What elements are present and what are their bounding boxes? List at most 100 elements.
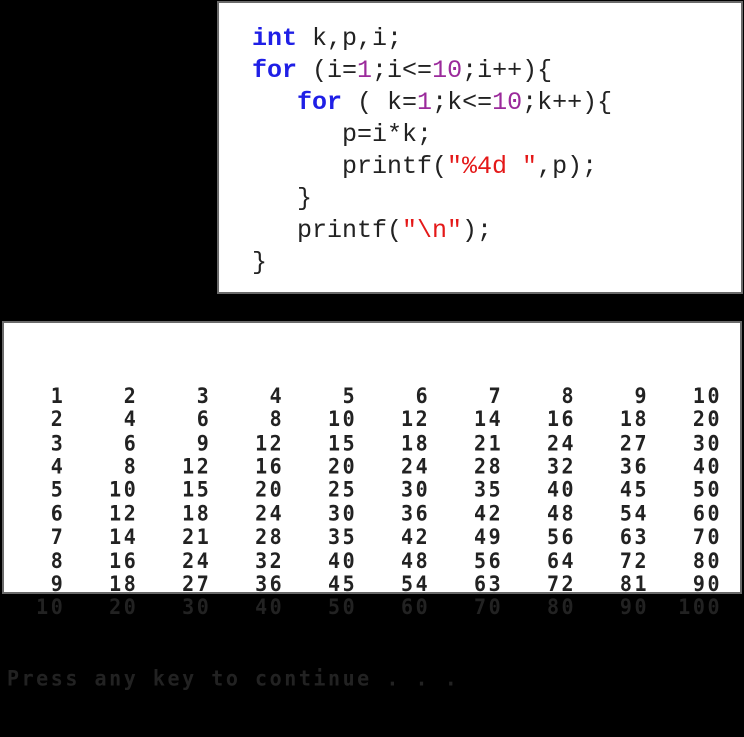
console-output-window: 1 2 3 4 5 6 7 8 9 10 2 4 6 8 10 12 14 16… — [2, 321, 742, 690]
code-text: } — [252, 184, 313, 213]
table-cell: 40 — [225, 594, 299, 620]
table-row: 10 20 30 40 50 60 70 80 90 100 — [7, 594, 737, 620]
table-cell: 63 — [590, 524, 664, 550]
table-cell: 63 — [444, 571, 518, 597]
table-cell: 8 — [517, 383, 591, 409]
code-text: ;i++){ — [462, 56, 553, 85]
table-cell: 28 — [225, 524, 299, 550]
multiplication-table: 1 2 3 4 5 6 7 8 9 10 2 4 6 8 10 12 14 16… — [7, 384, 737, 619]
table-cell: 50 — [663, 477, 737, 503]
table-cell: 18 — [371, 430, 445, 456]
table-cell: 16 — [79, 547, 153, 573]
table-cell: 27 — [152, 571, 226, 597]
code-number: 10 — [432, 56, 463, 85]
table-row: 2 4 6 8 10 12 14 16 18 20 — [7, 406, 737, 432]
table-cell: 70 — [444, 594, 518, 620]
table-cell: 30 — [152, 594, 226, 620]
table-cell: 18 — [79, 571, 153, 597]
code-line: int k,p,i; — [252, 23, 612, 55]
code-line: for (i=1;i<=10;i++){ — [252, 55, 612, 87]
table-cell: 9 — [590, 383, 664, 409]
table-cell: 36 — [371, 500, 445, 526]
code-string: "\n" — [402, 216, 463, 245]
code-keyword: for — [252, 56, 298, 85]
table-cell: 20 — [225, 477, 299, 503]
table-cell: 48 — [517, 500, 591, 526]
table-cell: 42 — [444, 500, 518, 526]
table-cell: 24 — [371, 453, 445, 479]
table-cell: 14 — [79, 524, 153, 550]
code-line: for ( k=1;k<=10;k++){ — [252, 87, 612, 119]
table-cell: 90 — [590, 594, 664, 620]
table-cell: 2 — [79, 383, 153, 409]
table-cell: 60 — [663, 500, 737, 526]
table-cell: 30 — [371, 477, 445, 503]
press-any-key-prompt: Press any key to continue . . . — [7, 665, 460, 691]
table-cell: 15 — [298, 430, 372, 456]
table-cell: 20 — [298, 453, 372, 479]
table-cell: 24 — [225, 500, 299, 526]
table-cell: 2 — [7, 406, 80, 432]
table-cell: 10 — [79, 477, 153, 503]
code-line: } — [252, 247, 612, 279]
code-text: ); — [462, 216, 493, 245]
table-cell: 54 — [590, 500, 664, 526]
table-cell: 7 — [7, 524, 80, 550]
table-cell: 14 — [444, 406, 518, 432]
table-cell: 28 — [444, 453, 518, 479]
table-cell: 56 — [517, 524, 591, 550]
table-row: 9 18 27 36 45 54 63 72 81 90 — [7, 572, 737, 596]
table-cell: 12 — [225, 430, 299, 456]
table-cell: 30 — [298, 500, 372, 526]
table-row: 7 14 21 28 35 42 49 56 63 70 — [7, 525, 737, 549]
code-snippet-panel: int k,p,i; for (i=1;i<=10;i++){ for ( k=1… — [217, 1, 743, 294]
table-cell: 40 — [517, 477, 591, 503]
table-cell: 36 — [225, 571, 299, 597]
table-cell: 80 — [517, 594, 591, 620]
table-cell: 6 — [79, 430, 153, 456]
table-cell: 45 — [298, 571, 372, 597]
table-cell: 6 — [152, 406, 226, 432]
table-cell: 18 — [590, 406, 664, 432]
code-text: ;k++){ — [522, 88, 613, 117]
table-cell: 7 — [444, 383, 518, 409]
table-cell: 24 — [152, 547, 226, 573]
code-line: p=i*k; — [252, 119, 612, 151]
code-line: } — [252, 183, 612, 215]
code-line: printf("%4d ",p); — [252, 151, 612, 183]
table-cell: 25 — [298, 477, 372, 503]
table-cell: 5 — [298, 383, 372, 409]
code-text: p=i*k; — [252, 120, 433, 149]
table-cell: 100 — [663, 594, 737, 620]
table-cell: 9 — [152, 430, 226, 456]
table-cell: 32 — [517, 453, 591, 479]
table-cell: 20 — [663, 406, 737, 432]
table-row: 8 16 24 32 40 48 56 64 72 80 — [7, 547, 737, 573]
table-cell: 3 — [152, 383, 226, 409]
table-cell: 10 — [7, 594, 80, 620]
table-cell: 40 — [298, 547, 372, 573]
code-text: } — [252, 248, 268, 277]
code-line: printf("\n"); — [252, 215, 612, 247]
table-cell: 64 — [517, 547, 591, 573]
code-text: ;k<= — [432, 88, 493, 117]
table-row: 1 2 3 4 5 6 7 8 9 10 — [7, 384, 737, 408]
code-text: printf( — [252, 152, 448, 181]
table-cell: 18 — [152, 500, 226, 526]
table-cell: 54 — [371, 571, 445, 597]
console-output: 1 2 3 4 5 6 7 8 9 10 2 4 6 8 10 12 14 16… — [7, 337, 737, 737]
table-cell: 32 — [225, 547, 299, 573]
table-cell: 10 — [298, 406, 372, 432]
table-cell: 12 — [371, 406, 445, 432]
table-cell: 9 — [7, 571, 80, 597]
table-cell: 36 — [590, 453, 664, 479]
code-text: ;i<= — [372, 56, 433, 85]
table-cell: 5 — [7, 477, 80, 503]
table-cell: 35 — [298, 524, 372, 550]
table-cell: 6 — [371, 383, 445, 409]
table-cell: 70 — [663, 524, 737, 550]
code-text: k,p,i; — [297, 24, 403, 53]
table-cell: 16 — [225, 453, 299, 479]
table-cell: 6 — [7, 500, 80, 526]
